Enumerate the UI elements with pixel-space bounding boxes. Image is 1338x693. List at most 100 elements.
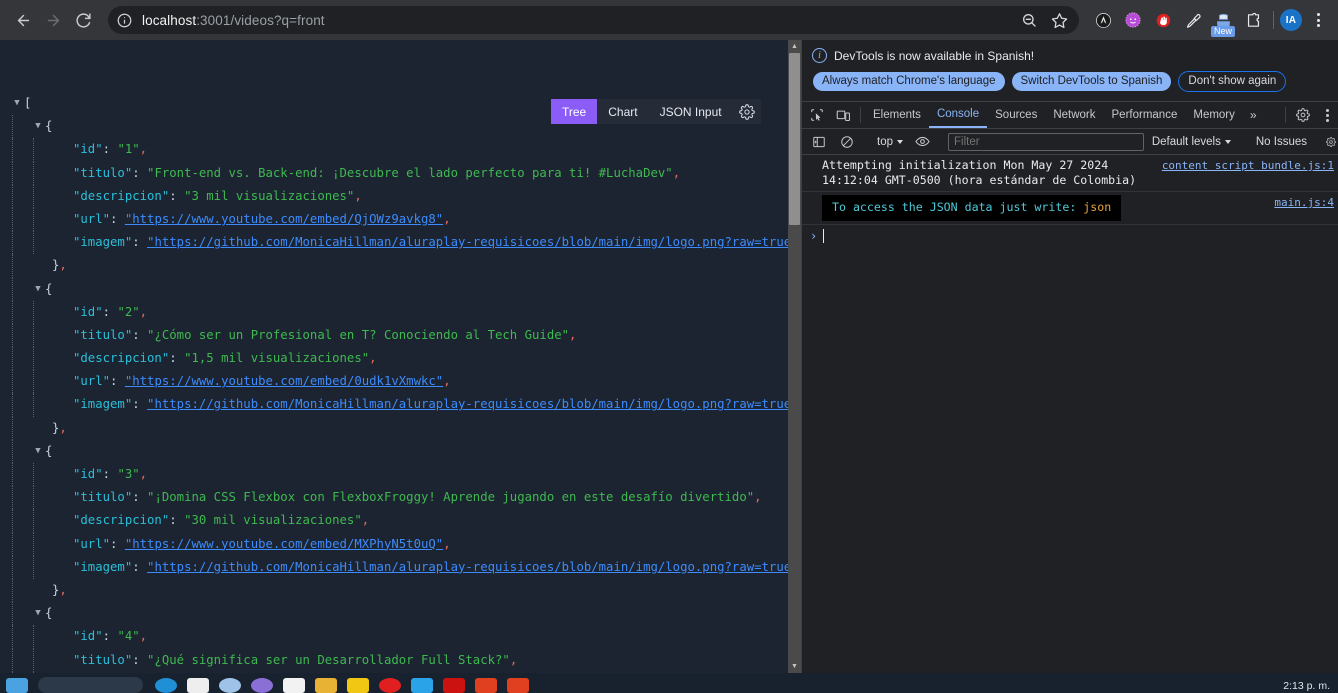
tab-network[interactable]: Network bbox=[1045, 102, 1103, 128]
app-vscode[interactable] bbox=[411, 673, 433, 693]
tab-sources[interactable]: Sources bbox=[987, 102, 1045, 128]
star-icon[interactable] bbox=[1045, 6, 1073, 34]
console-filter-input[interactable] bbox=[948, 132, 1144, 151]
collapse-arrow-icon[interactable]: ▼ bbox=[10, 92, 24, 115]
indent-guide bbox=[10, 115, 31, 139]
always-match-language-button[interactable]: Always match Chrome's language bbox=[813, 72, 1005, 91]
extensions-puzzle-icon[interactable] bbox=[1239, 6, 1267, 34]
zoom-out-icon[interactable] bbox=[1015, 6, 1043, 34]
json-value[interactable]: "https://www.youtube.com/embed/MXPhyN5t0… bbox=[125, 537, 443, 551]
indent-guide bbox=[31, 370, 52, 394]
scanner-extension-icon[interactable]: New bbox=[1209, 6, 1237, 37]
app-folder[interactable] bbox=[315, 673, 337, 693]
json-key: "titulo" bbox=[73, 327, 133, 342]
json-value[interactable]: "https://www.youtube.com/embed/QjOWz9avk… bbox=[125, 212, 443, 226]
console-input-prompt[interactable]: › bbox=[802, 225, 1338, 247]
console-message-source-2[interactable]: main.js:4 bbox=[1274, 195, 1334, 210]
scrollbar-thumb[interactable] bbox=[789, 53, 800, 225]
gear-icon[interactable] bbox=[732, 99, 761, 124]
purple-extension-icon[interactable] bbox=[1119, 6, 1147, 34]
start-button[interactable] bbox=[6, 673, 28, 693]
app-opera[interactable] bbox=[379, 673, 401, 693]
kebab-menu-icon[interactable] bbox=[1316, 102, 1338, 128]
taskbar-search-box[interactable] bbox=[38, 677, 143, 693]
extension-toolbar: New bbox=[1089, 6, 1267, 37]
console-message-source[interactable]: content script bundle.js:1 bbox=[1162, 158, 1334, 173]
indent-guide bbox=[10, 416, 31, 441]
json-comma: , bbox=[361, 513, 370, 528]
console-context-selector[interactable]: top bbox=[873, 136, 907, 148]
inspect-element-icon[interactable] bbox=[804, 102, 830, 128]
console-settings-icon[interactable] bbox=[1326, 135, 1336, 149]
app-facebook[interactable] bbox=[507, 673, 529, 693]
app-edge[interactable] bbox=[155, 673, 177, 693]
profile-avatar[interactable]: IA bbox=[1280, 9, 1302, 31]
dont-show-again-button[interactable]: Don't show again bbox=[1178, 71, 1287, 92]
app-teams[interactable] bbox=[251, 673, 273, 693]
json-tree-content[interactable]: ▼[▼{"id": "1", "titulo": "Front-end vs. B… bbox=[0, 92, 788, 673]
device-toolbar-icon[interactable] bbox=[830, 102, 856, 128]
json-viewer-scrollbar[interactable]: ▲ ▼ bbox=[788, 40, 801, 673]
kebab-menu-icon[interactable] bbox=[1306, 6, 1330, 34]
caret-down-icon[interactable]: ▼ bbox=[788, 660, 801, 673]
tab-tree[interactable]: Tree bbox=[551, 99, 598, 124]
json-key: "imagem" bbox=[73, 235, 133, 250]
app-notes[interactable] bbox=[347, 673, 369, 693]
json-value[interactable]: "https://www.youtube.com/embed/0udk1vXmw… bbox=[125, 374, 443, 388]
back-button[interactable] bbox=[8, 5, 38, 35]
app-explorer[interactable] bbox=[187, 673, 209, 693]
json-value[interactable]: "https://github.com/MonicaHillman/alurap… bbox=[147, 235, 788, 249]
tab-json-input[interactable]: JSON Input bbox=[648, 99, 733, 124]
info-circle-icon[interactable] bbox=[114, 10, 134, 30]
show-sidebar-icon[interactable] bbox=[806, 135, 832, 149]
adblock-extension-icon[interactable] bbox=[1089, 6, 1117, 34]
red-stop-extension-icon[interactable] bbox=[1149, 6, 1177, 34]
tab-chart[interactable]: Chart bbox=[597, 99, 649, 124]
switch-to-spanish-button[interactable]: Switch DevTools to Spanish bbox=[1011, 72, 1172, 91]
tab-performance[interactable]: Performance bbox=[1104, 102, 1186, 128]
app-notification[interactable] bbox=[219, 673, 241, 693]
indent-guide bbox=[31, 138, 52, 162]
json-line-id: "id": "1", bbox=[10, 138, 788, 162]
indent-guide bbox=[10, 555, 31, 580]
collapse-arrow-icon[interactable]: ▼ bbox=[31, 278, 45, 301]
json-colon: : bbox=[132, 490, 148, 505]
address-bar[interactable]: localhost:3001/videos?q=front bbox=[108, 6, 1079, 34]
app-store[interactable] bbox=[283, 673, 305, 693]
app-chrome-active[interactable] bbox=[475, 673, 497, 693]
json-value[interactable]: "https://github.com/MonicaHillman/alurap… bbox=[147, 560, 788, 574]
clear-console-icon[interactable] bbox=[834, 135, 860, 149]
caret-up-icon[interactable]: ▲ bbox=[788, 40, 801, 53]
json-colon: : bbox=[110, 211, 125, 226]
gear-icon[interactable] bbox=[1290, 102, 1316, 128]
collapse-arrow-icon[interactable]: ▼ bbox=[31, 115, 45, 138]
console-message-init[interactable]: Attempting initialization Mon May 27 202… bbox=[802, 155, 1338, 192]
json-line-imagem: "imagem": "https://github.com/MonicaHill… bbox=[10, 393, 788, 417]
json-value: "Front-end vs. Back-end: ¡Descubre el la… bbox=[147, 165, 673, 180]
reload-button[interactable] bbox=[68, 5, 98, 35]
tab-elements[interactable]: Elements bbox=[865, 102, 929, 128]
root-bracket: [ bbox=[24, 96, 32, 110]
collapse-arrow-icon[interactable]: ▼ bbox=[31, 602, 45, 625]
tab-memory[interactable]: Memory bbox=[1185, 102, 1243, 128]
indent-guide bbox=[10, 207, 31, 232]
console-output[interactable]: Attempting initialization Mon May 27 202… bbox=[802, 155, 1338, 673]
banner-actions: Always match Chrome's language Switch De… bbox=[812, 71, 1328, 92]
extension-new-badge: New bbox=[1210, 26, 1236, 37]
forward-button[interactable] bbox=[38, 5, 68, 35]
tab-console[interactable]: Console bbox=[928, 102, 988, 128]
os-taskbar: 2:13 p. m. bbox=[0, 673, 1338, 693]
live-expression-icon[interactable] bbox=[909, 134, 935, 149]
app-youtube[interactable] bbox=[443, 673, 465, 693]
no-issues-button[interactable]: No Issues bbox=[1250, 136, 1313, 148]
json-comma: , bbox=[59, 258, 67, 273]
json-line-id: "id": "4", bbox=[10, 625, 788, 649]
more-tabs-icon[interactable]: » bbox=[1243, 102, 1264, 128]
eyedropper-extension-icon[interactable] bbox=[1179, 6, 1207, 34]
json-value[interactable]: "https://github.com/MonicaHillman/alurap… bbox=[147, 397, 788, 411]
console-message-json-hint[interactable]: To access the JSON data just write: json… bbox=[802, 192, 1338, 225]
collapse-arrow-icon[interactable]: ▼ bbox=[31, 440, 45, 463]
taskbar-clock[interactable]: 2:13 p. m. bbox=[1283, 680, 1330, 692]
console-levels-dropdown[interactable]: Default levels bbox=[1146, 136, 1237, 148]
levels-label: Default levels bbox=[1151, 135, 1221, 148]
